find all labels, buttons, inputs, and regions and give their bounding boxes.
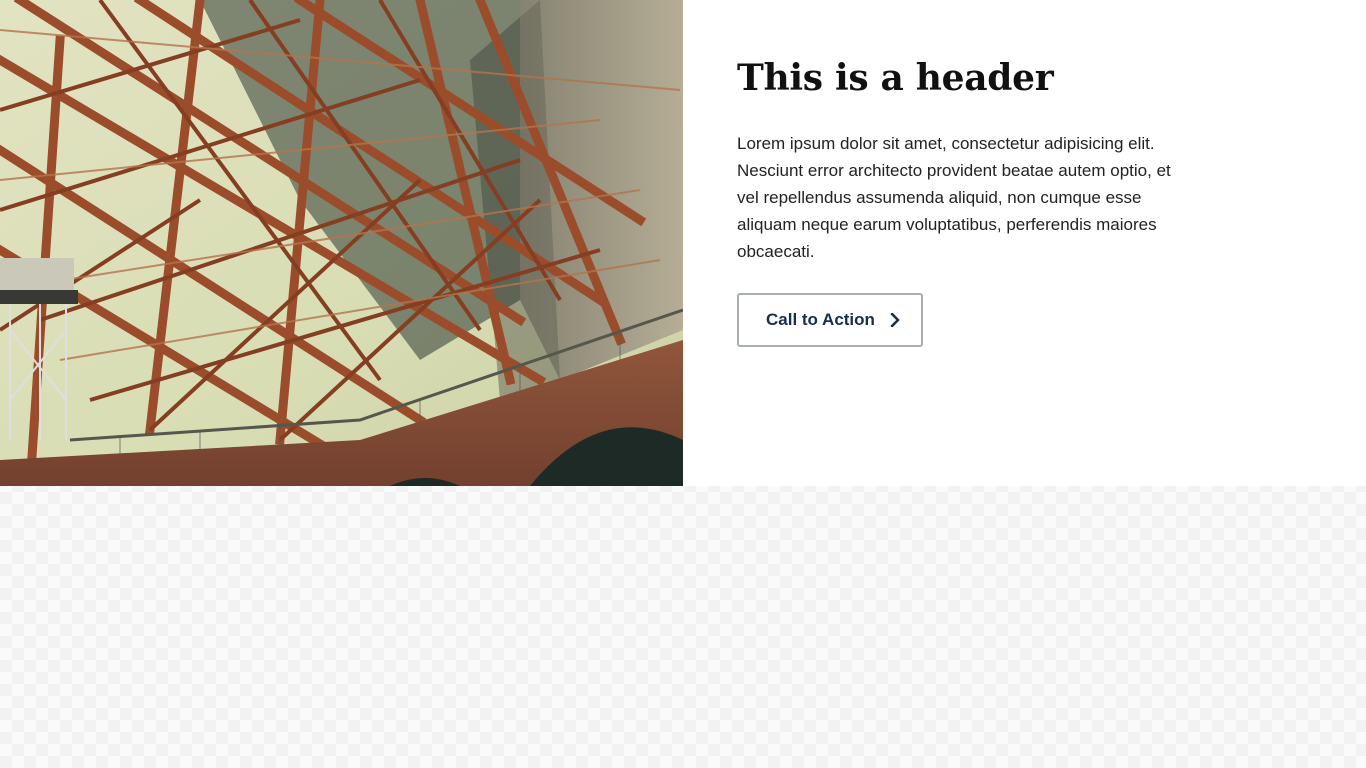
call-to-action-button[interactable]: Call to Action (737, 293, 923, 347)
hero-content: This is a header Lorem ipsum dolor sit a… (683, 0, 1366, 486)
cta-label: Call to Action (766, 310, 875, 329)
hero-section: This is a header Lorem ipsum dolor sit a… (0, 0, 1366, 486)
hero-title: This is a header (737, 57, 1054, 99)
hero-body-text: Lorem ipsum dolor sit amet, consectetur … (737, 134, 1171, 261)
chevron-right-icon (889, 312, 901, 328)
hero-image (0, 0, 683, 486)
